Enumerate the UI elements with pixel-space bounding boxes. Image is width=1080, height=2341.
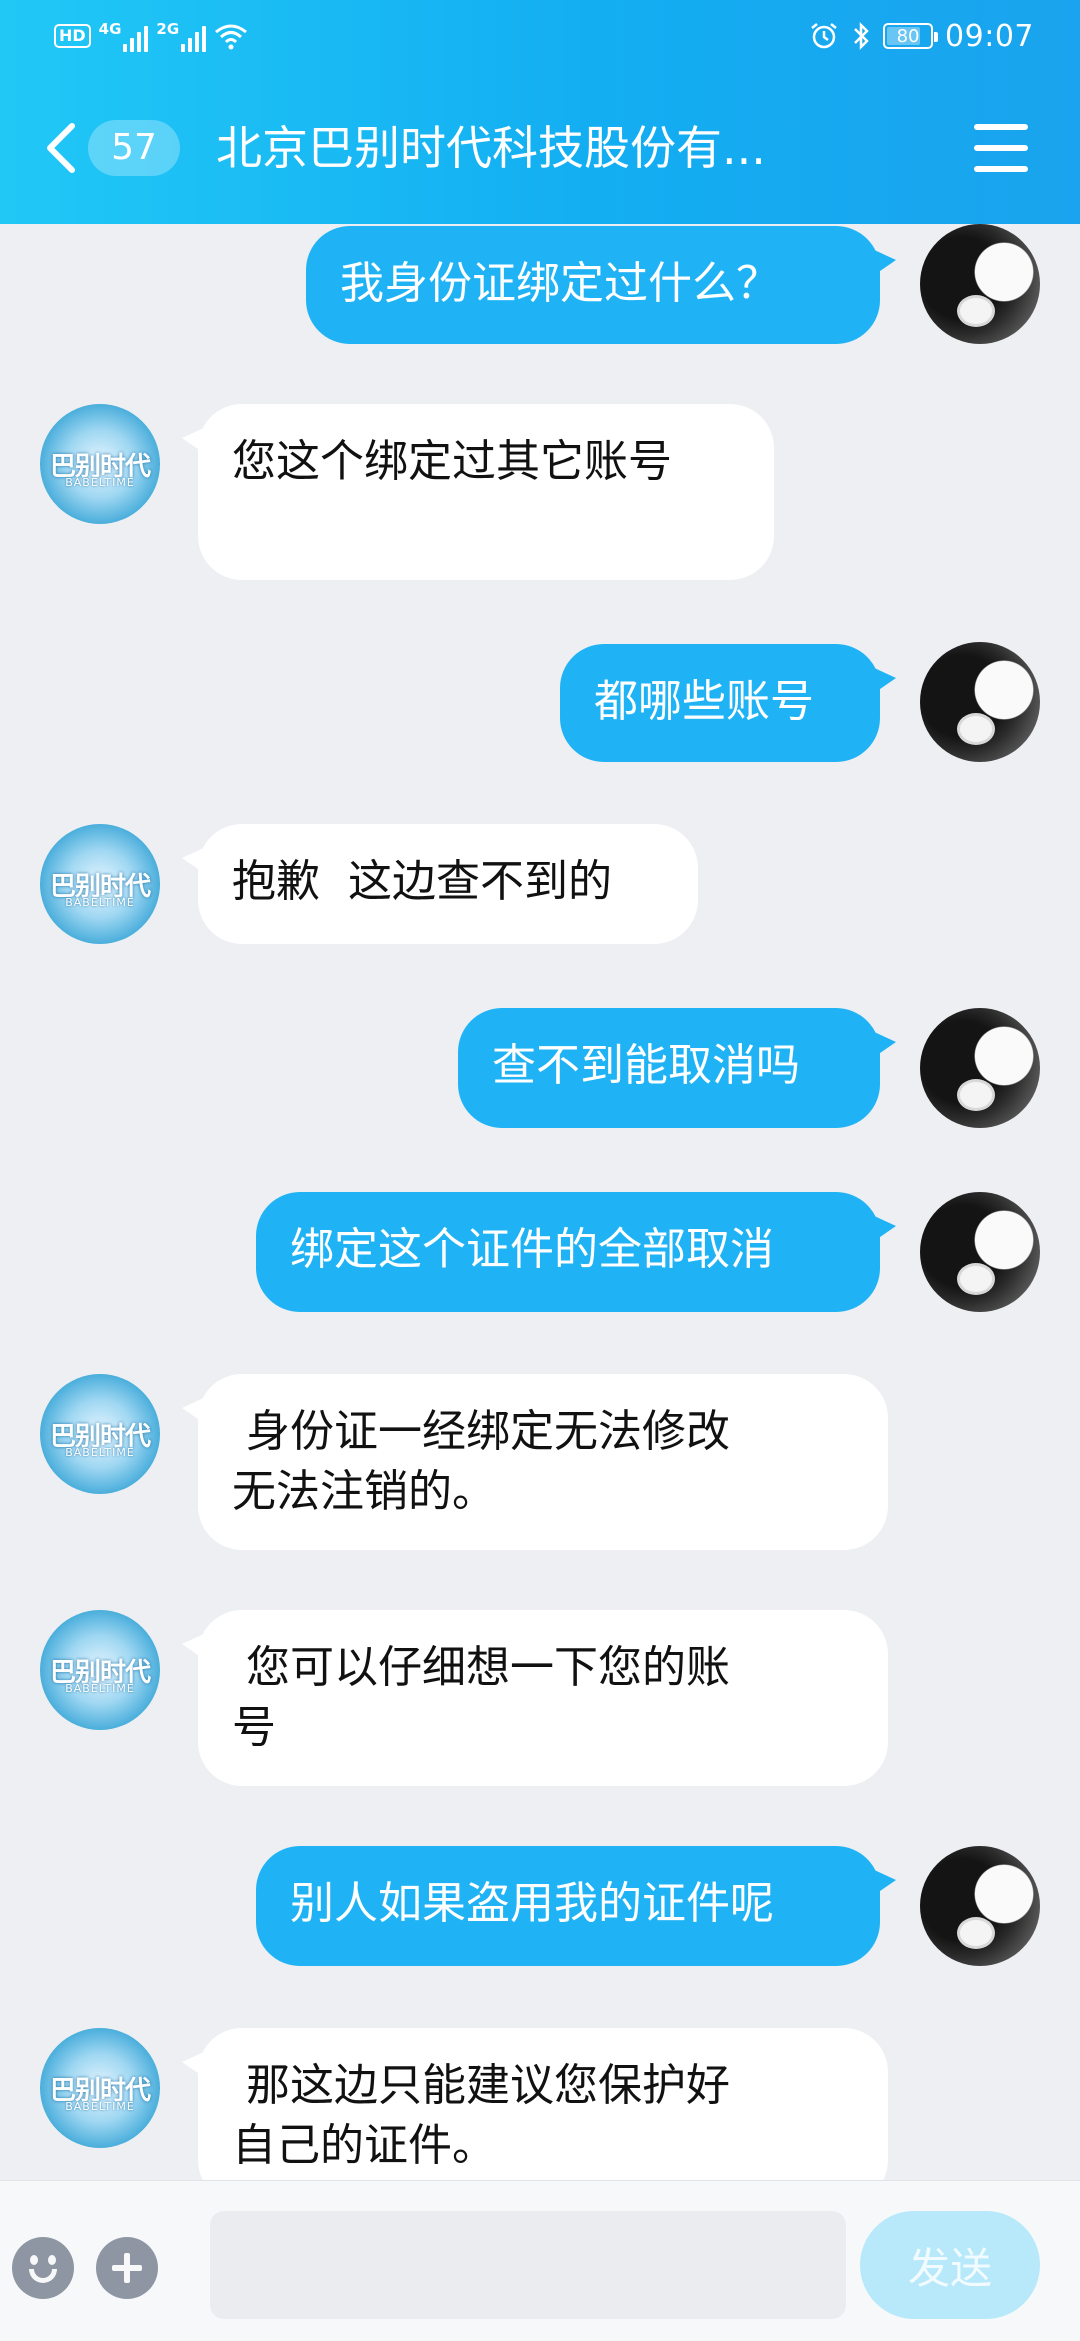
bot-logo-sub: BABELTIME [65, 476, 135, 489]
message-bubble-user[interactable]: 别人如果盗用我的证件呢 [256, 1846, 896, 1966]
bot-avatar[interactable]: 巴别时代 BABELTIME [40, 1374, 160, 1494]
hd-badge: HD [54, 24, 91, 48]
battery-icon: 80 [883, 23, 939, 49]
message-bubble-bot[interactable]: 那这边只能建议您保护好 自己的证件。 [182, 2028, 888, 2180]
user-avatar[interactable] [920, 1846, 1040, 1966]
status-left: HD 4G 2G [54, 20, 248, 52]
message-bubble-user[interactable]: 查不到能取消吗 [458, 1008, 896, 1128]
bluetooth-icon [854, 21, 869, 51]
chat-header: HD 4G 2G 80 09:07 57 北京巴别时代科技股份有... [0, 0, 1080, 224]
message-bubble-bot[interactable]: 您可以仔细想一下您的账 号 [182, 1610, 888, 1786]
bot-avatar[interactable]: 巴别时代 BABELTIME [40, 1610, 160, 1730]
input-bar: 发送 [0, 2180, 1080, 2341]
bot-logo-sub: BABELTIME [65, 1682, 135, 1695]
plus-icon[interactable] [96, 2237, 158, 2299]
user-avatar[interactable] [920, 642, 1040, 762]
sim2-network-label: 2G [156, 20, 180, 38]
bot-avatar[interactable]: 巴别时代 BABELTIME [40, 824, 160, 944]
status-right: 80 09:07 [809, 12, 1034, 60]
message-bubble-bot[interactable]: 抱歉 这边查不到的 [182, 824, 698, 944]
bot-logo-sub: BABELTIME [65, 1446, 135, 1459]
title-bar: 57 北京巴别时代科技股份有... [0, 72, 1080, 224]
user-avatar[interactable] [920, 224, 1040, 344]
wifi-icon [215, 24, 248, 50]
chevron-left-icon[interactable] [44, 122, 78, 174]
bot-avatar[interactable]: 巴别时代 BABELTIME [40, 404, 160, 524]
user-avatar[interactable] [920, 1192, 1040, 1312]
signal-icon: 4G [99, 20, 149, 52]
bot-avatar[interactable]: 巴别时代 BABELTIME [40, 2028, 160, 2148]
unread-count-badge[interactable]: 57 [88, 120, 180, 176]
bot-logo-sub: BABELTIME [65, 896, 135, 909]
battery-level: 80 [896, 25, 920, 47]
bot-logo-sub: BABELTIME [65, 2100, 135, 2113]
message-list[interactable]: 我身份证绑定过什么？ 巴别时代 BABELTIME 您这个绑定过其它账号 都哪些… [0, 224, 1080, 2180]
send-button[interactable]: 发送 [860, 2211, 1040, 2319]
status-bar: HD 4G 2G 80 09:07 [0, 0, 1080, 72]
message-bubble-user[interactable]: 绑定这个证件的全部取消 [256, 1192, 896, 1312]
message-bubble-user[interactable]: 都哪些账号 [560, 644, 896, 762]
emoji-icon[interactable] [12, 2237, 74, 2299]
menu-icon[interactable] [974, 124, 1028, 172]
message-input[interactable] [210, 2211, 846, 2319]
message-bubble-bot[interactable]: 身份证一经绑定无法修改 无法注销的。 [182, 1374, 888, 1550]
message-bubble-bot[interactable]: 您这个绑定过其它账号 [182, 404, 774, 580]
chat-title: 北京巴别时代科技股份有... [216, 121, 766, 175]
status-time: 09:07 [945, 18, 1034, 54]
user-avatar[interactable] [920, 1008, 1040, 1128]
alarm-icon [811, 23, 837, 49]
message-bubble-user[interactable]: 我身份证绑定过什么？ [306, 226, 896, 344]
signal-icon-sim2: 2G [156, 20, 207, 52]
sim1-network-label: 4G [98, 20, 122, 38]
back-button[interactable]: 57 [44, 120, 180, 176]
